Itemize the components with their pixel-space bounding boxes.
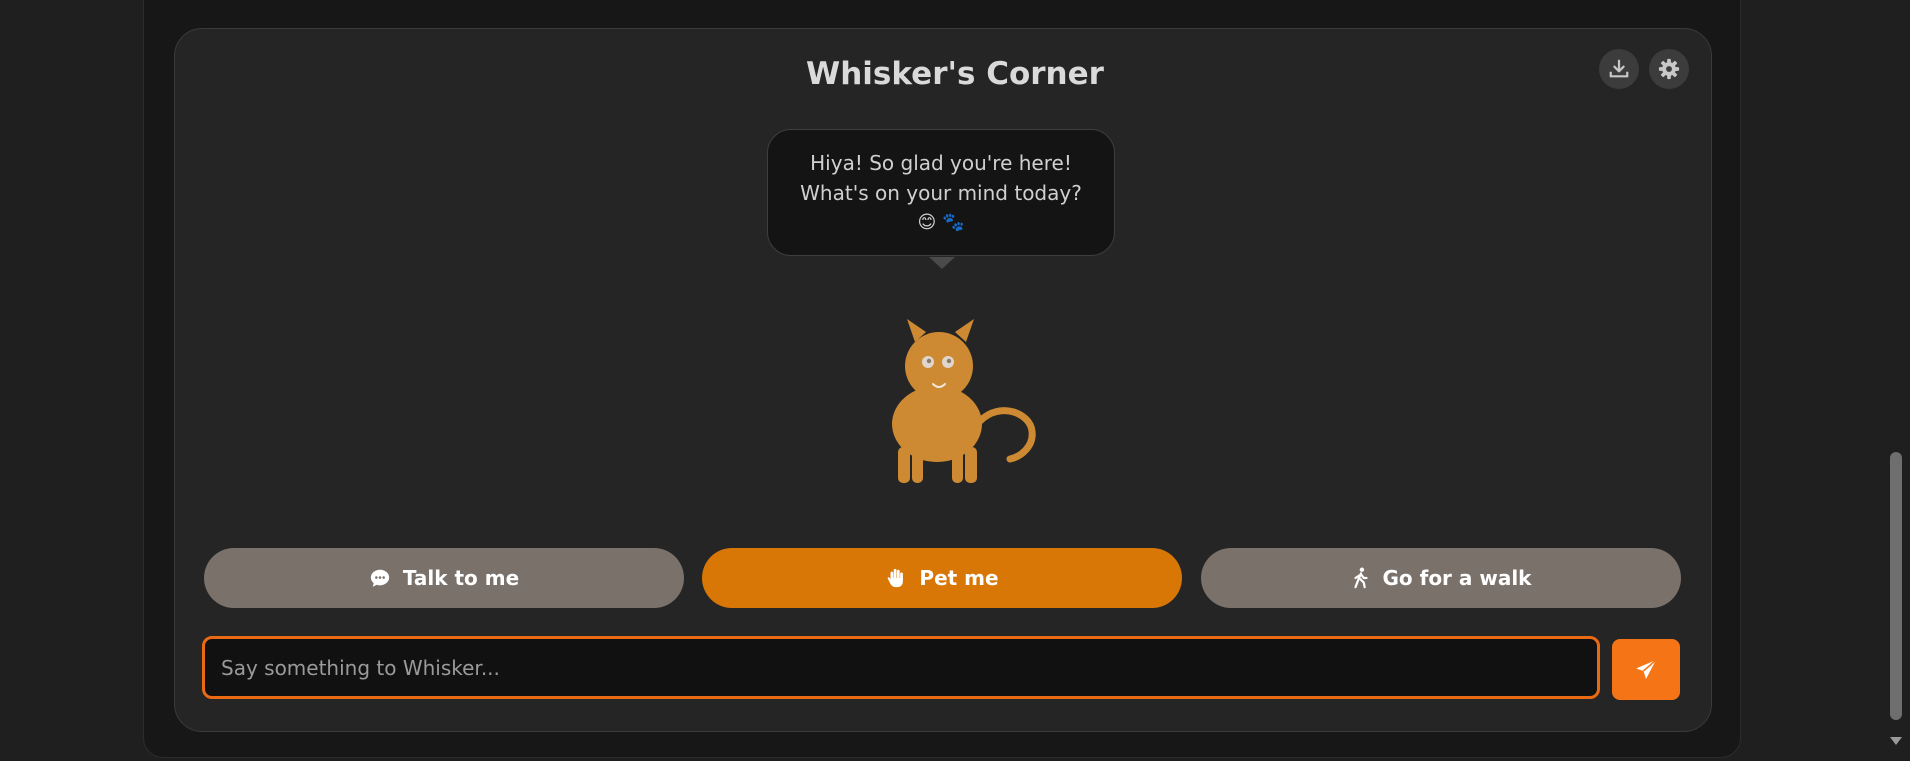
walk-button[interactable]: Go for a walk (1201, 548, 1681, 608)
hand-icon (888, 568, 904, 588)
scroll-down-arrow[interactable] (1890, 737, 1902, 745)
pet-button[interactable]: Pet me (702, 548, 1182, 608)
cat-leg (965, 447, 977, 483)
talk-button-label: Talk to me (402, 566, 520, 590)
cat-head (905, 332, 973, 400)
talk-button[interactable]: Talk to me (204, 548, 684, 608)
speech-bubble: Hiya! So glad you're here! What's on you… (767, 129, 1115, 256)
speech-emoji: 😊 🐾 (917, 212, 965, 233)
speech-line-1: Hiya! So glad you're here! (810, 151, 1072, 175)
walk-button-label: Go for a walk (1382, 566, 1532, 590)
cat-leg (912, 449, 923, 483)
settings-button[interactable] (1649, 49, 1689, 89)
download-button[interactable] (1599, 49, 1639, 89)
send-button[interactable] (1612, 639, 1680, 700)
speech-bubble-tail (929, 257, 955, 269)
pet-button-label: Pet me (919, 566, 999, 590)
chat-bubble-icon (370, 569, 389, 587)
cat-leg (952, 449, 963, 483)
paper-plane-icon (1636, 658, 1657, 679)
scrollbar-thumb[interactable] (1890, 452, 1902, 720)
gear-icon (1658, 58, 1680, 80)
speech-line-2: What's on your mind today? (800, 181, 1082, 205)
walking-person-icon (1353, 567, 1368, 589)
cat-tail (976, 407, 1036, 463)
download-icon (1609, 59, 1629, 78)
cat-illustration[interactable] (880, 313, 1040, 488)
chat-input[interactable] (202, 636, 1600, 699)
cat-leg (898, 447, 910, 483)
